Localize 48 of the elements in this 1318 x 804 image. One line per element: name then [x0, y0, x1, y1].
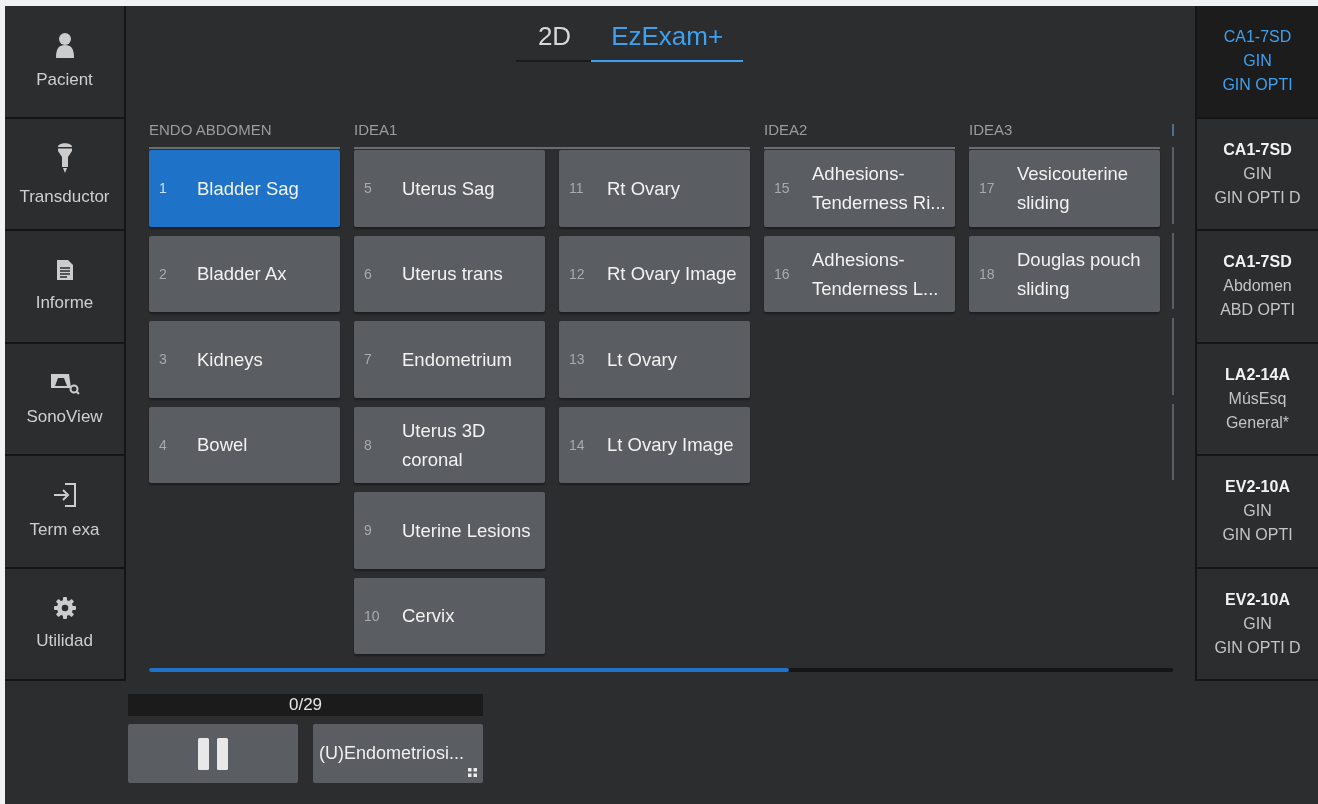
- exam-step-button[interactable]: 14 Lt Ovary Image: [559, 406, 750, 483]
- exam-step-button[interactable]: 10 Cervix: [354, 577, 545, 654]
- exam-step-button[interactable]: 12 Rt Ovary Image: [559, 235, 750, 312]
- preset-item[interactable]: CA1-7SD GIN GIN OPTI: [1195, 6, 1318, 119]
- sidebar-item[interactable]: Utilidad: [5, 568, 126, 681]
- pause-icon: [198, 737, 228, 770]
- exam-step-button[interactable]: 16 Adhesions-Tenderness L...: [764, 235, 955, 312]
- group-header: ENDO ABDOMEN: [149, 120, 273, 140]
- person-icon: [54, 32, 75, 59]
- preset-item[interactable]: EV2-10A GIN GIN OPTI D: [1195, 568, 1318, 681]
- grid-dots-icon: [468, 768, 477, 777]
- exam-step-button[interactable]: 4 Bowel: [149, 406, 340, 483]
- exit-icon: [52, 482, 77, 509]
- sidebar-item[interactable]: SonoView: [5, 343, 126, 456]
- group-header: IDEA3: [969, 120, 1014, 140]
- image-counter: 0/29: [128, 694, 483, 716]
- exam-step-button[interactable]: 17 Vesicouterine sliding: [969, 150, 1160, 227]
- exam-step-button[interactable]: 13 Lt Ovary: [559, 321, 750, 398]
- preset-item[interactable]: LA2-14A MúsEsq General*: [1195, 343, 1318, 456]
- exam-step-button[interactable]: 1 Bladder Sag: [149, 150, 340, 227]
- exam-step-button[interactable]: 7 Endometrium: [354, 321, 545, 398]
- probe-icon: [55, 140, 74, 175]
- exam-step-button[interactable]: 3 Kidneys: [149, 321, 340, 398]
- sidebar-item[interactable]: Informe: [5, 231, 126, 344]
- exam-step-button[interactable]: 11 Rt Ovary: [559, 150, 750, 227]
- preset-item[interactable]: EV2-10A GIN GIN OPTI: [1195, 456, 1318, 569]
- preset-item[interactable]: CA1-7SD Abdomen ABD OPTI: [1195, 231, 1318, 344]
- protocol-button[interactable]: (U)Endometriosi...: [313, 724, 483, 783]
- exam-step-button[interactable]: 9 Uterine Lesions: [354, 492, 545, 569]
- sidebar-item[interactable]: Term exa: [5, 456, 126, 569]
- exam-step-button[interactable]: 2 Bladder Ax: [149, 235, 340, 312]
- group-header: IDEA1: [354, 120, 399, 140]
- sidebar-item[interactable]: Pacient: [5, 6, 126, 119]
- exam-step-button[interactable]: 18 Douglas pouch sliding: [969, 235, 1160, 312]
- mode-tab[interactable]: EzExam+: [591, 21, 744, 62]
- group-header: IDEA2: [764, 120, 809, 140]
- pause-button[interactable]: [128, 724, 298, 783]
- document-icon: [55, 259, 74, 282]
- scrollbar-thumb[interactable]: [149, 668, 789, 672]
- scrollbar[interactable]: [149, 668, 1173, 672]
- header-edge: [1172, 124, 1174, 136]
- exam-step-button[interactable]: 5 Uterus Sag: [354, 150, 545, 227]
- exam-step-button[interactable]: 8 Uterus 3D coronal: [354, 406, 545, 483]
- exam-step-button[interactable]: 15 Adhesions-Tenderness Ri...: [764, 150, 955, 227]
- mode-tab[interactable]: 2D: [515, 21, 592, 62]
- sidebar-item[interactable]: Transductor: [5, 118, 126, 231]
- exam-step-button[interactable]: 6 Uterus trans: [354, 235, 545, 312]
- preset-item[interactable]: CA1-7SD GIN GIN OPTI D: [1195, 118, 1318, 231]
